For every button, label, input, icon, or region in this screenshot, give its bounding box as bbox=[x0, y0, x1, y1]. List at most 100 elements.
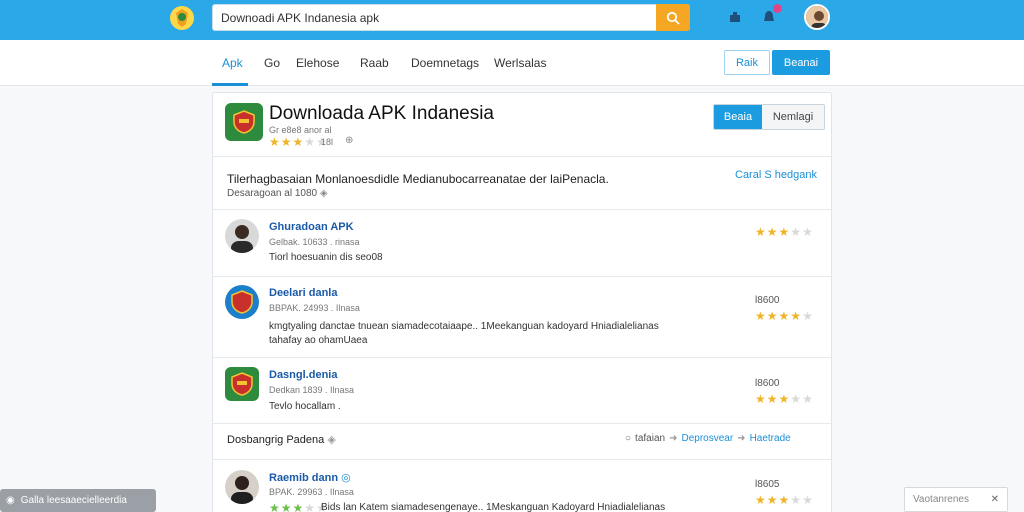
star-empty-icon: ★ bbox=[802, 225, 813, 239]
row-rating-stars: ★ ★ ★ ★ ★ bbox=[755, 226, 813, 238]
tab-doemnetags[interactable]: Doemnetags bbox=[411, 56, 479, 70]
star-filled-icon: ★ bbox=[778, 225, 790, 239]
notification-icon[interactable] bbox=[758, 4, 782, 28]
app-rating-stars: ★ ★ ★ ★ ★ bbox=[269, 136, 327, 148]
corner-widget[interactable]: Vaotanrenes ✕ bbox=[904, 487, 1008, 512]
star-filled-icon: ★ bbox=[269, 501, 280, 512]
row-title[interactable]: Raemib dann ◎ bbox=[269, 471, 351, 484]
row-count: l8600 bbox=[755, 295, 780, 306]
star-filled-icon: ★ bbox=[778, 392, 790, 406]
app-rating-count: 18l bbox=[321, 137, 334, 147]
app-card: Downloada APK Indanesia Gr e8e8 anor al … bbox=[212, 92, 832, 512]
link-deprosvear[interactable]: Deprosvear bbox=[681, 433, 733, 444]
arrow-icon: ➜ bbox=[737, 433, 746, 444]
tab-werlsalas[interactable]: Werlsalas bbox=[494, 56, 546, 70]
user-avatar[interactable] bbox=[804, 4, 830, 30]
star-filled-icon: ★ bbox=[766, 493, 778, 507]
search-input[interactable] bbox=[213, 5, 656, 30]
seg-beaia[interactable]: Beaia bbox=[714, 105, 762, 129]
search-bar bbox=[212, 4, 690, 31]
section-links: ○ tafaian ➜ Deprosvear ➜ Haetrade bbox=[625, 433, 791, 444]
section-row: Dosbangrig Padena ◈ bbox=[227, 433, 336, 446]
divider bbox=[213, 209, 831, 210]
close-icon[interactable]: ✕ bbox=[991, 494, 999, 505]
divider bbox=[213, 459, 831, 460]
verified-icon: ◎ bbox=[341, 472, 351, 484]
star-filled-icon: ★ bbox=[778, 309, 790, 323]
star-filled-icon: ★ bbox=[755, 392, 766, 406]
raik-button[interactable]: Raik bbox=[724, 50, 770, 75]
star-filled-icon: ★ bbox=[790, 309, 802, 323]
row-text: Bids lan Katem siamadesengenaye.. 1Meska… bbox=[321, 502, 666, 512]
cookie-toast[interactable]: ◉ Galla leesaaecielleerdia bbox=[0, 489, 156, 512]
row-sub: Gelbak. 10633 . rinasa bbox=[269, 237, 360, 247]
row-text: Tiorl hoesuanin dis seo08 bbox=[269, 252, 383, 263]
star-empty-icon: ★ bbox=[802, 392, 813, 406]
row-count: l8605 bbox=[755, 479, 780, 490]
app-logo-icon[interactable] bbox=[168, 4, 196, 32]
row-sub: Dedkan 1839 . Ilnasa bbox=[269, 385, 355, 395]
search-button[interactable] bbox=[656, 4, 690, 31]
nav-tabs: Apk Go Elehose Raab Doemnetags Werlsalas bbox=[0, 40, 1024, 86]
row-rating-stars: ★ ★ ★ ★ ★ bbox=[755, 393, 813, 405]
section-row-label: Dosbangrig Padena bbox=[227, 434, 325, 446]
link-tafaian[interactable]: tafaian bbox=[635, 433, 665, 444]
divider bbox=[213, 276, 831, 277]
star-filled-icon: ★ bbox=[280, 501, 292, 512]
row-count: l8600 bbox=[755, 378, 780, 389]
beanai-button[interactable]: Beanai bbox=[772, 50, 830, 75]
search-icon bbox=[666, 11, 680, 25]
toast-icon: ◉ bbox=[6, 495, 15, 506]
row-sub: BBPAK. 24993 . Ilnasa bbox=[269, 303, 360, 313]
description-link[interactable]: Caral S hedgank bbox=[735, 169, 817, 181]
top-bar bbox=[0, 0, 1024, 40]
tag-icon: ◈ bbox=[327, 434, 336, 446]
row-avatar bbox=[225, 470, 259, 504]
active-tab-indicator bbox=[212, 83, 248, 86]
notification-badge bbox=[773, 4, 782, 13]
corner-text: Vaotanrenes bbox=[913, 494, 969, 505]
row-rating-stars: ★ ★ ★ ★ ★ bbox=[755, 494, 813, 506]
app-shield-icon bbox=[225, 103, 263, 141]
star-filled-icon: ★ bbox=[755, 309, 766, 323]
tab-apk[interactable]: Apk bbox=[222, 56, 243, 70]
seg-nemlagi[interactable]: Nemlagi bbox=[762, 105, 824, 129]
star-filled-icon: ★ bbox=[280, 135, 292, 149]
info-icon[interactable]: ⊕ bbox=[345, 135, 353, 146]
row-rating-stars: ★ ★ ★ ★ ★ bbox=[755, 310, 813, 322]
arrow-icon: ➜ bbox=[669, 433, 678, 444]
description-text: Tilerhagbasaian Monlanoesdidle Medianubo… bbox=[227, 172, 609, 186]
star-empty-icon: ★ bbox=[802, 493, 813, 507]
row-rating-stars-green: ★ ★ ★ ★ ★ bbox=[269, 502, 327, 512]
app-title: Downloada APK Indanesia bbox=[269, 103, 494, 124]
description-sub: Desaragoan al 1080 ◈ bbox=[227, 188, 328, 199]
star-filled-icon: ★ bbox=[766, 225, 778, 239]
star-filled-icon: ★ bbox=[766, 309, 778, 323]
segmented-control: Beaia Nemlagi bbox=[713, 104, 825, 130]
row-text: Tevlo hocallam . bbox=[269, 401, 341, 412]
divider bbox=[213, 156, 831, 157]
star-filled-icon: ★ bbox=[766, 392, 778, 406]
star-empty-icon: ★ bbox=[790, 493, 802, 507]
star-filled-icon: ★ bbox=[292, 135, 304, 149]
tab-elehose[interactable]: Elehose bbox=[296, 56, 339, 70]
tab-raab[interactable]: Raab bbox=[360, 56, 389, 70]
row-app-icon bbox=[225, 367, 259, 401]
tab-go[interactable]: Go bbox=[264, 56, 280, 70]
row-title[interactable]: Deelari danla bbox=[269, 287, 337, 299]
star-empty-icon: ★ bbox=[802, 309, 813, 323]
row-text-2: tahafay ao ohamUaea bbox=[269, 335, 368, 346]
row-title[interactable]: Dasngl.denia bbox=[269, 369, 337, 381]
row-app-icon bbox=[225, 285, 259, 319]
star-filled-icon: ★ bbox=[755, 225, 766, 239]
row-sub: BPAK. 29963 . Ilnasa bbox=[269, 487, 354, 497]
star-empty-icon: ★ bbox=[304, 501, 316, 512]
description-sub-text: Desaragoan al 1080 bbox=[227, 188, 318, 199]
row-title[interactable]: Ghuradoan APK bbox=[269, 221, 354, 233]
star-empty-icon: ★ bbox=[790, 225, 802, 239]
star-filled-icon: ★ bbox=[269, 135, 280, 149]
puzzle-icon[interactable] bbox=[724, 6, 746, 28]
row-text: kmgtyaling danctae tnuean siamadecotaiaa… bbox=[269, 321, 659, 332]
link-haetrade[interactable]: Haetrade bbox=[750, 433, 791, 444]
row-avatar bbox=[225, 219, 259, 253]
